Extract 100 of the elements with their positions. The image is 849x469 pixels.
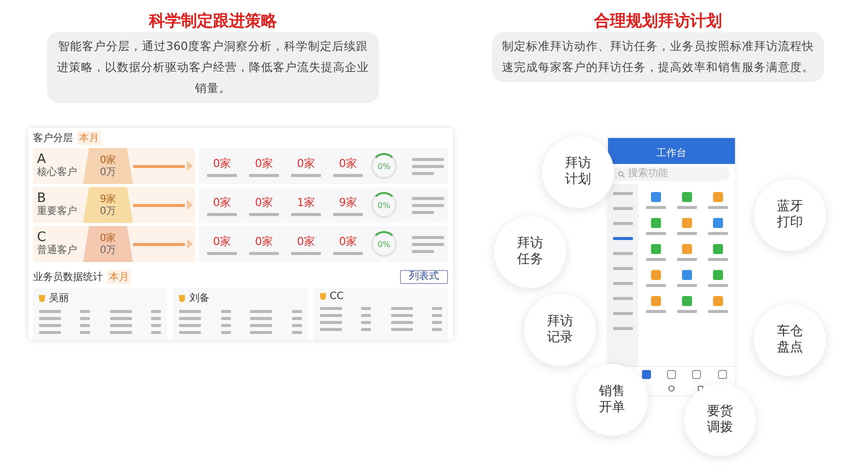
metric-value: 0家 xyxy=(213,156,231,170)
app-tile-icon[interactable] xyxy=(682,244,692,254)
tab-bar-icon[interactable] xyxy=(692,370,702,379)
app-tile-icon[interactable] xyxy=(712,296,722,306)
metric-value: 0家 xyxy=(339,156,357,170)
label-bar xyxy=(291,212,321,216)
label-bar xyxy=(708,232,728,235)
metric-value: 0家 xyxy=(255,156,273,170)
label-bar xyxy=(292,317,302,320)
metric-value: 0家 xyxy=(297,156,315,170)
label-bar xyxy=(39,324,61,327)
label-bar xyxy=(676,232,696,235)
view-toggle-button[interactable]: 列表式 xyxy=(400,270,448,284)
label-bar xyxy=(613,252,633,255)
label-bar xyxy=(207,174,237,176)
metric-value: 0家 xyxy=(213,194,231,210)
label-bar xyxy=(292,310,302,313)
app-tile-icon[interactable] xyxy=(682,192,692,202)
staff-name: 刘备 xyxy=(189,292,210,305)
label-bar xyxy=(708,258,728,261)
customer-count: 0家 xyxy=(100,232,116,244)
label-bar xyxy=(432,314,442,317)
feature-bubble: 拜访计划 xyxy=(542,136,614,208)
label-bar xyxy=(390,314,413,317)
label-bar xyxy=(613,207,633,210)
label-bar xyxy=(613,297,633,300)
label-bar xyxy=(292,324,302,327)
label-bar xyxy=(320,328,342,331)
customer-count: 9家 xyxy=(100,194,116,206)
label-bar xyxy=(110,324,132,327)
tier-name: 核心客户 xyxy=(37,167,78,179)
label-bar xyxy=(250,324,272,327)
app-tile-icon[interactable] xyxy=(650,270,660,280)
period-badge: 本月 xyxy=(107,270,131,284)
label-bar xyxy=(613,282,633,285)
app-tile-icon[interactable] xyxy=(682,218,692,228)
app-title: 工作台 xyxy=(608,146,735,164)
feature-bubble: 蓝牙打印 xyxy=(754,179,826,251)
label-bar xyxy=(676,206,696,209)
label-bar xyxy=(220,324,231,327)
tier-letter: B xyxy=(37,192,46,206)
label-bar xyxy=(432,307,442,310)
label-bar xyxy=(133,242,185,246)
visit-rate: 0% xyxy=(378,162,390,170)
label-bar xyxy=(80,324,90,327)
label-bar xyxy=(646,258,666,261)
label-bar xyxy=(39,310,61,313)
tier-name: 普通客户 xyxy=(37,245,78,257)
label-bar xyxy=(39,317,61,320)
label-bar xyxy=(390,307,413,310)
label-bar xyxy=(110,310,132,313)
metric-value: 9家 xyxy=(339,194,357,210)
label-bar xyxy=(412,158,444,160)
label-bar xyxy=(220,331,231,334)
recents-icon[interactable] xyxy=(697,385,704,392)
section-title: 客户分层 xyxy=(33,132,73,145)
app-tile-icon[interactable] xyxy=(712,244,722,254)
app-tile-icon[interactable] xyxy=(650,192,660,202)
metric-value: 0家 xyxy=(255,194,273,210)
label-bar xyxy=(613,237,633,240)
label-bar xyxy=(412,236,444,238)
label-bar xyxy=(110,317,132,320)
label-bar xyxy=(676,284,696,287)
app-tile-icon[interactable] xyxy=(650,244,660,254)
tab-bar-icon[interactable] xyxy=(642,370,651,379)
customer-count: 0家 xyxy=(100,154,116,166)
app-tile-icon[interactable] xyxy=(682,296,692,306)
label-bar xyxy=(220,317,231,320)
label-bar xyxy=(361,328,372,331)
visit-rate: 0% xyxy=(378,200,390,210)
label-bar xyxy=(320,314,342,317)
staff-name: CC xyxy=(330,291,344,302)
label-bar xyxy=(80,310,90,313)
sales-amount: 0万 xyxy=(100,206,116,216)
app-tile-icon[interactable] xyxy=(650,218,660,228)
app-tile-icon[interactable] xyxy=(712,192,722,202)
tab-bar-icon[interactable] xyxy=(666,370,676,379)
feature-title: 合理规划拜访计划 xyxy=(594,10,722,32)
label-bar xyxy=(220,310,231,313)
label-bar xyxy=(179,331,202,334)
label-bar xyxy=(250,331,272,334)
label-bar xyxy=(676,258,696,261)
label-bar xyxy=(613,192,633,195)
sales-amount: 0万 xyxy=(100,244,116,256)
home-icon[interactable] xyxy=(668,385,675,392)
tab-bar-icon[interactable] xyxy=(718,370,727,379)
label-bar xyxy=(249,174,279,176)
label-bar xyxy=(291,252,321,254)
label-bar xyxy=(207,212,237,216)
label-bar xyxy=(412,210,434,214)
app-tile-icon[interactable] xyxy=(650,296,660,306)
app-tile-icon[interactable] xyxy=(682,270,692,280)
label-bar xyxy=(646,232,666,235)
app-tile-icon[interactable] xyxy=(712,270,722,280)
label-bar xyxy=(249,212,279,216)
label-bar xyxy=(39,331,61,334)
label-bar xyxy=(333,174,363,176)
label-bar xyxy=(646,284,666,287)
visit-rate: 0% xyxy=(378,240,390,248)
app-tile-icon[interactable] xyxy=(712,218,722,228)
